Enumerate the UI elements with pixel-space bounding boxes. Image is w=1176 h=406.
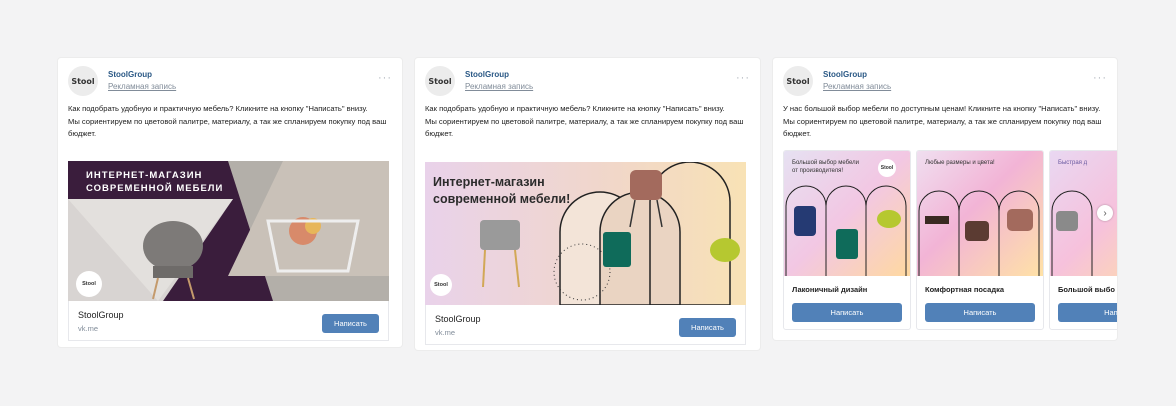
write-button[interactable]: Написать xyxy=(792,303,902,322)
carousel-card[interactable]: Быстрая д Большой выбо Напи xyxy=(1049,150,1117,330)
post-text: Как подобрать удобную и практичную мебел… xyxy=(68,103,392,141)
footer-domain: vk.me xyxy=(78,324,99,333)
footer-title[interactable]: StoolGroup xyxy=(78,310,124,320)
write-button[interactable]: Написать xyxy=(679,318,736,337)
author-name[interactable]: StoolGroup xyxy=(108,70,152,79)
post-header: Stool StoolGroup Рекламная запись ··· xyxy=(783,66,1107,96)
footer-title[interactable]: StoolGroup xyxy=(435,314,481,324)
avatar[interactable]: Stool xyxy=(783,66,813,96)
post-text: У нас большой выбор мебели по доступным … xyxy=(783,103,1107,141)
post-text: Как подобрать удобную и практичную мебел… xyxy=(425,103,750,141)
carousel-card[interactable]: Любые размеры и цвета! Комфортная посадк… xyxy=(916,150,1044,330)
ad-post-3: Stool StoolGroup Рекламная запись ··· У … xyxy=(773,58,1117,340)
avatar[interactable]: Stool xyxy=(425,66,455,96)
write-button[interactable]: Написать xyxy=(925,303,1035,322)
carousel-card-art xyxy=(918,190,1040,276)
slide-tag: Быстрая д xyxy=(1058,160,1088,166)
post-text-body: Как подобрать удобную и практичную мебел… xyxy=(68,104,387,138)
ad-image[interactable]: Интернет-магазин современной мебели! Sto… xyxy=(425,162,746,305)
ad-label[interactable]: Рекламная запись xyxy=(823,82,891,91)
post-text-body: Как подобрать удобную и практичную мебел… xyxy=(425,104,744,138)
ad-footer: StoolGroup vk.me Написать xyxy=(68,301,389,341)
post-header: Stool StoolGroup Рекламная запись ··· xyxy=(425,66,750,96)
ad-label[interactable]: Рекламная запись xyxy=(108,82,176,91)
slide-tag: Любые размеры и цвета! xyxy=(925,160,995,166)
more-icon[interactable]: ··· xyxy=(1093,72,1107,84)
more-icon[interactable]: ··· xyxy=(736,72,750,84)
banner-title: ИНТЕРНЕТ-МАГАЗИН СОВРЕМЕННОЙ МЕБЕЛИ xyxy=(86,170,224,194)
author-name[interactable]: StoolGroup xyxy=(823,70,867,79)
banner-title: Интернет-магазин современной мебели! xyxy=(433,175,571,206)
carousel-card-image: Любые размеры и цвета! xyxy=(917,151,1043,276)
stool-logo: Stool xyxy=(76,271,102,297)
write-button[interactable]: Написать xyxy=(322,314,379,333)
ad-post-2: Stool StoolGroup Рекламная запись ··· Ка… xyxy=(415,58,760,350)
author-name[interactable]: StoolGroup xyxy=(465,70,509,79)
footer-domain: vk.me xyxy=(435,328,456,337)
avatar[interactable]: Stool xyxy=(68,66,98,96)
ad-post-1: Stool StoolGroup Рекламная запись ··· Ка… xyxy=(58,58,402,347)
post-text-body: У нас большой выбор мебели по доступным … xyxy=(783,104,1102,138)
slide-label: Большой выбо xyxy=(1058,285,1115,294)
carousel[interactable]: Большой выбор мебели от производителя! S… xyxy=(783,150,1117,330)
more-icon[interactable]: ··· xyxy=(378,72,392,84)
ad-image[interactable]: ИНТЕРНЕТ-МАГАЗИН СОВРЕМЕННОЙ МЕБЕЛИ Stoo… xyxy=(68,161,389,301)
slide-label: Лаконичный дизайн xyxy=(792,285,868,294)
post-header: Stool StoolGroup Рекламная запись ··· xyxy=(68,66,392,96)
stool-logo: Stool xyxy=(430,274,452,296)
ad-footer: StoolGroup vk.me Написать xyxy=(425,305,746,345)
carousel-next-icon[interactable]: › xyxy=(1097,205,1113,221)
carousel-card[interactable]: Большой выбор мебели от производителя! S… xyxy=(783,150,911,330)
slide-label: Комфортная посадка xyxy=(925,285,1005,294)
write-button[interactable]: Напи xyxy=(1058,303,1117,322)
carousel-card-image: Большой выбор мебели от производителя! S… xyxy=(784,151,910,276)
ad-label[interactable]: Рекламная запись xyxy=(465,82,533,91)
slide-tag: Большой выбор мебели от производителя! xyxy=(792,160,859,174)
stool-logo: Stool xyxy=(878,159,896,177)
